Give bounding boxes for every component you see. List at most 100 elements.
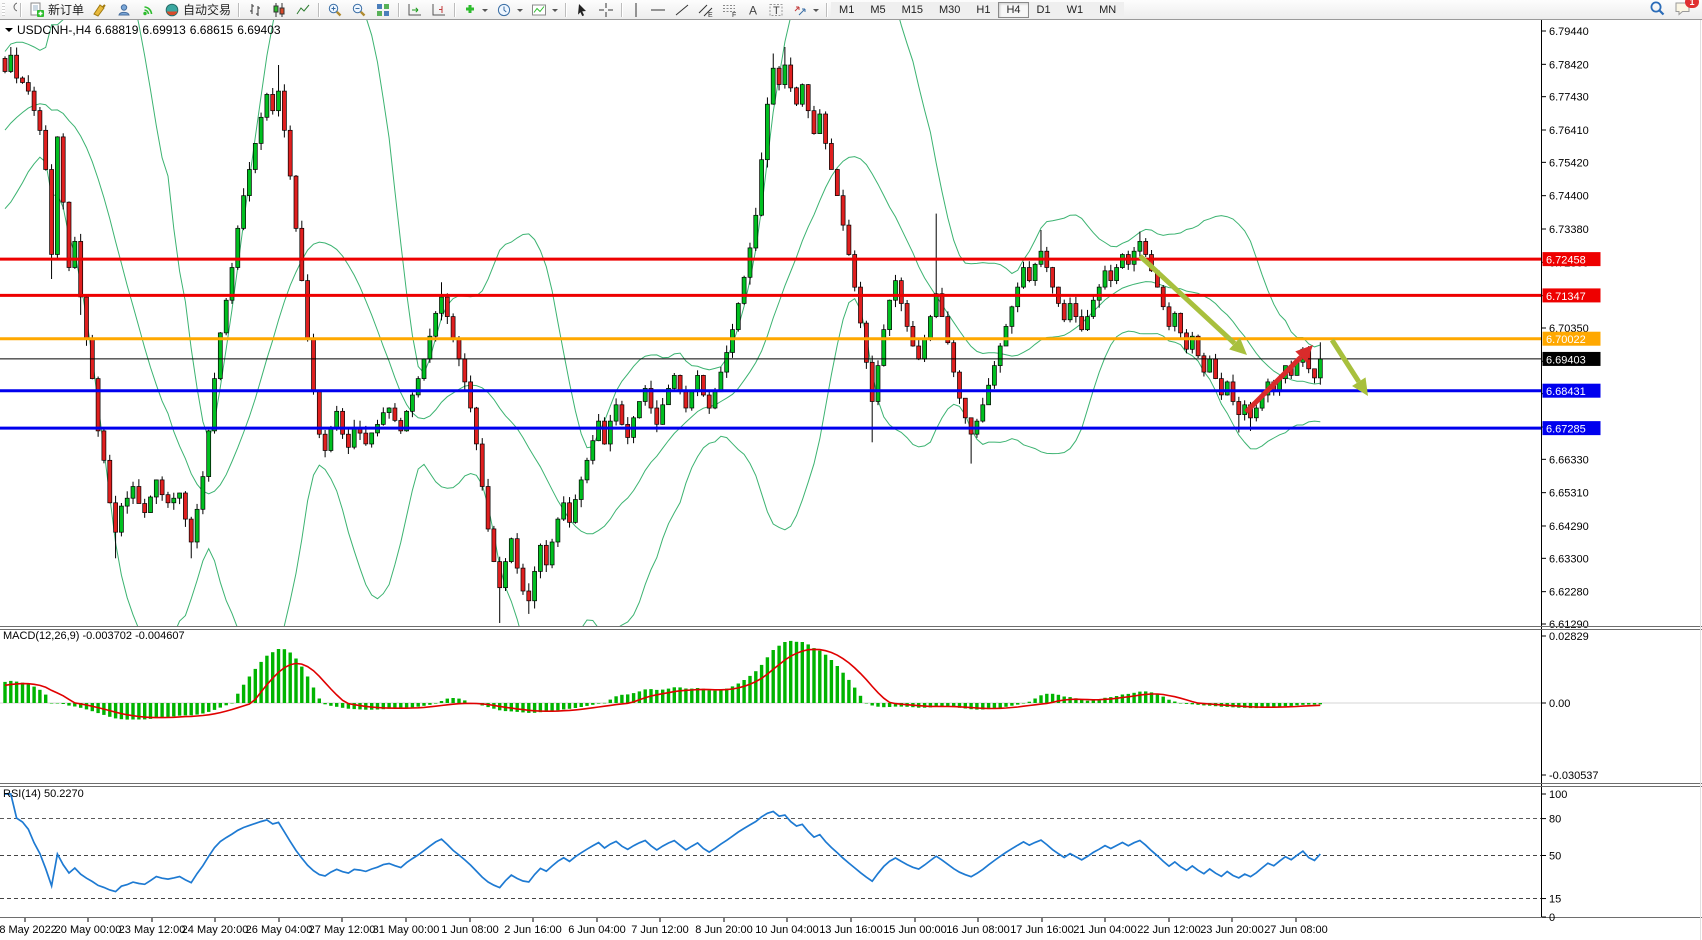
timeframe-button-MN[interactable]: MN xyxy=(1091,2,1124,18)
crosshair-button[interactable] xyxy=(594,1,618,18)
candle-body xyxy=(818,114,822,134)
zoom-out-button[interactable] xyxy=(347,1,371,18)
date-tick-label: 23 Jun 20:00 xyxy=(1200,924,1264,936)
candle-body xyxy=(736,304,740,330)
zoom-in-button[interactable] xyxy=(323,1,347,18)
new-order-button[interactable]: 新订单 xyxy=(25,1,88,18)
ohlc-high: 6.69913 xyxy=(142,23,185,37)
candle-body xyxy=(690,392,694,408)
autotrade-button[interactable]: 自动交易 xyxy=(160,1,235,18)
signal-button[interactable] xyxy=(136,1,160,18)
trendline-button[interactable] xyxy=(670,1,694,18)
candle-body xyxy=(1237,402,1241,415)
candle-body xyxy=(1080,317,1084,330)
rsi-tick-label: 50 xyxy=(1549,851,1561,863)
chart-wizard-button[interactable] xyxy=(88,1,112,18)
cursor-button[interactable] xyxy=(570,1,594,18)
template-button[interactable] xyxy=(527,1,562,18)
candle-body xyxy=(236,228,240,267)
candle-body xyxy=(707,395,711,408)
candle-body xyxy=(242,196,246,229)
bar-chart-button[interactable] xyxy=(243,1,267,18)
autotrade-label: 自动交易 xyxy=(183,1,231,18)
arrows-tool-button[interactable] xyxy=(788,1,823,18)
period-button[interactable] xyxy=(492,1,527,18)
candle-body xyxy=(213,379,217,431)
candle-body xyxy=(335,411,339,427)
auto-scroll-button[interactable] xyxy=(403,1,427,18)
separator xyxy=(621,3,623,17)
chart-canvas[interactable]: 6.794406.784206.774306.764106.754206.744… xyxy=(0,0,1702,940)
timeframe-button-M30[interactable]: M30 xyxy=(931,2,968,18)
price-tick-label: 6.76410 xyxy=(1549,125,1589,137)
svg-text:A: A xyxy=(749,3,757,17)
date-tick-label: 16 Jun 08:00 xyxy=(946,924,1010,936)
symbol-dropdown-icon[interactable] xyxy=(5,28,13,36)
candle-body xyxy=(137,487,141,504)
notifications-button[interactable]: 1 xyxy=(1674,0,1692,19)
chart-shift-button[interactable] xyxy=(427,1,451,18)
candle-body xyxy=(1214,359,1218,379)
add-indicator-button[interactable] xyxy=(459,1,492,18)
text-icon: A xyxy=(746,2,760,18)
vertical-line-button[interactable] xyxy=(626,1,646,18)
auto-scroll-icon xyxy=(407,2,423,18)
candle-body xyxy=(963,398,967,418)
candle-body xyxy=(591,441,595,461)
price-tick-label: 6.66330 xyxy=(1549,454,1589,466)
search-icon[interactable] xyxy=(1649,0,1666,20)
candle-body xyxy=(1103,271,1107,287)
profile-button[interactable] xyxy=(112,1,136,18)
price-tick-label: 6.79440 xyxy=(1549,26,1589,38)
candle-body xyxy=(661,405,665,425)
candle-body xyxy=(1167,307,1171,327)
separator xyxy=(238,3,240,17)
candle-body xyxy=(620,405,624,425)
candle-body xyxy=(21,78,25,83)
timeframe-button-H4[interactable]: H4 xyxy=(998,2,1028,18)
candle-body xyxy=(1033,264,1037,280)
timeframe-button-M5[interactable]: M5 xyxy=(862,2,893,18)
candle-body xyxy=(271,94,275,110)
date-tick-label: 21 Jun 04:00 xyxy=(1073,924,1137,936)
text-button[interactable]: A xyxy=(742,1,764,18)
candle-body xyxy=(888,300,892,329)
candle-body xyxy=(201,477,205,510)
candle-body xyxy=(469,382,473,408)
candle-body xyxy=(55,137,59,255)
price-tick-label: 6.62280 xyxy=(1549,587,1589,599)
separator xyxy=(20,3,22,17)
timeframe-button-M15[interactable]: M15 xyxy=(894,2,931,18)
tile-windows-button[interactable] xyxy=(371,1,395,18)
candle-body xyxy=(934,294,938,317)
timeframe-button-H1[interactable]: H1 xyxy=(968,2,998,18)
candle-body xyxy=(154,480,158,497)
chevron-down-icon xyxy=(482,9,488,15)
template-icon xyxy=(531,2,547,18)
candle-body xyxy=(987,385,991,405)
vertical-line-icon xyxy=(630,2,642,18)
crosshair-icon xyxy=(598,2,614,18)
fibonacci-button[interactable]: F xyxy=(718,1,742,18)
chart-shift-icon xyxy=(431,2,447,18)
candle-body xyxy=(835,170,839,196)
arrows-tool-icon xyxy=(792,2,808,18)
chart-window-icon[interactable] xyxy=(8,0,17,19)
timeframe-button-W1[interactable]: W1 xyxy=(1059,2,1092,18)
timeframe-button-M1[interactable]: M1 xyxy=(831,2,862,18)
price-tick-label: 6.74400 xyxy=(1549,191,1589,203)
timeframe-button-D1[interactable]: D1 xyxy=(1029,2,1059,18)
separator xyxy=(454,3,456,17)
candle-body xyxy=(829,143,833,169)
candle-body xyxy=(108,460,112,503)
text-label-button[interactable]: T xyxy=(764,1,788,18)
line-chart-button[interactable] xyxy=(291,1,315,18)
date-tick-label: 22 Jun 12:00 xyxy=(1137,924,1201,936)
candle-body xyxy=(527,591,531,601)
equidistant-channel-button[interactable]: E xyxy=(694,1,718,18)
price-tick-label: 6.75420 xyxy=(1549,157,1589,169)
candle-body xyxy=(207,431,211,477)
candlestick-chart-button[interactable] xyxy=(267,1,291,18)
horizontal-line-button[interactable] xyxy=(646,1,670,18)
candle-body xyxy=(894,281,898,301)
